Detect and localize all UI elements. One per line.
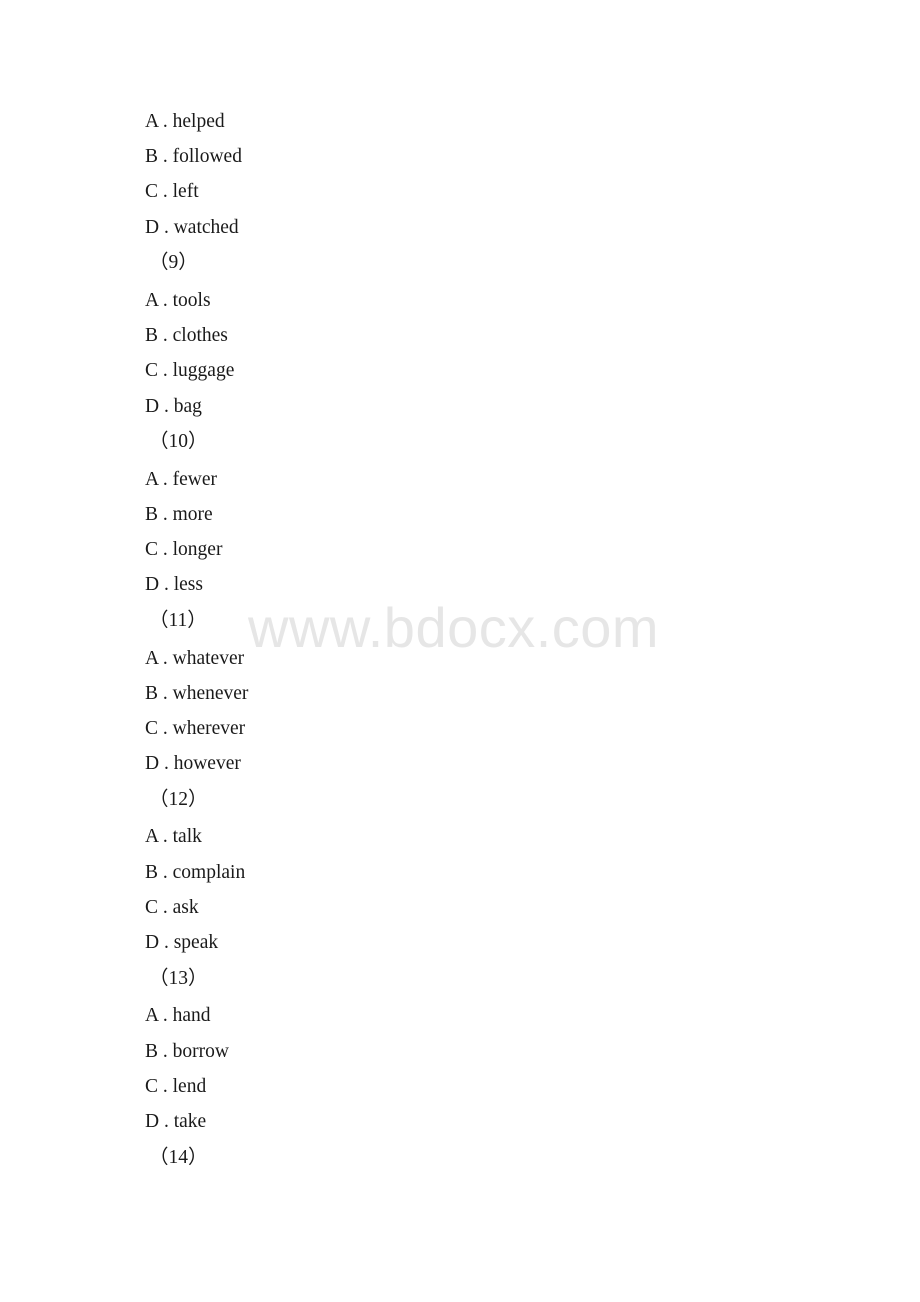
answer-option: A . tools: [145, 290, 211, 311]
answer-option: B . followed: [145, 146, 242, 167]
answer-option: A . hand: [145, 1005, 211, 1026]
answer-option: A . whatever: [145, 648, 245, 669]
answer-option: C . longer: [145, 539, 223, 560]
question-number: （13）: [149, 968, 208, 989]
question-number: （9）: [149, 252, 198, 273]
answer-option: C . lend: [145, 1076, 207, 1097]
answer-option: B . more: [145, 504, 213, 525]
answer-option: C . left: [145, 181, 199, 202]
answer-option: B . complain: [145, 862, 246, 883]
answer-option: A . helped: [145, 111, 225, 132]
answer-option: A . fewer: [145, 469, 218, 490]
answer-option: D . speak: [145, 932, 219, 953]
question-number: （12）: [149, 789, 208, 810]
question-number: （14）: [149, 1147, 208, 1168]
answer-option: B . whenever: [145, 683, 249, 704]
answer-option: C . luggage: [145, 360, 235, 381]
answer-option: D . less: [145, 574, 203, 595]
document-page: www.bdocx.com A . helped B . followed C . …: [0, 0, 920, 1302]
question-number: （11）: [149, 610, 207, 631]
answer-option: B . clothes: [145, 325, 228, 346]
answer-option: C . wherever: [145, 718, 246, 739]
answer-option: A . talk: [145, 826, 202, 847]
question-number: （10）: [149, 431, 208, 452]
answer-option: B . borrow: [145, 1041, 229, 1062]
answer-option: D . however: [145, 753, 241, 774]
answer-option: C . ask: [145, 897, 199, 918]
answer-option: D . bag: [145, 396, 202, 417]
answer-option: D . take: [145, 1111, 207, 1132]
answer-option: D . watched: [145, 217, 239, 238]
